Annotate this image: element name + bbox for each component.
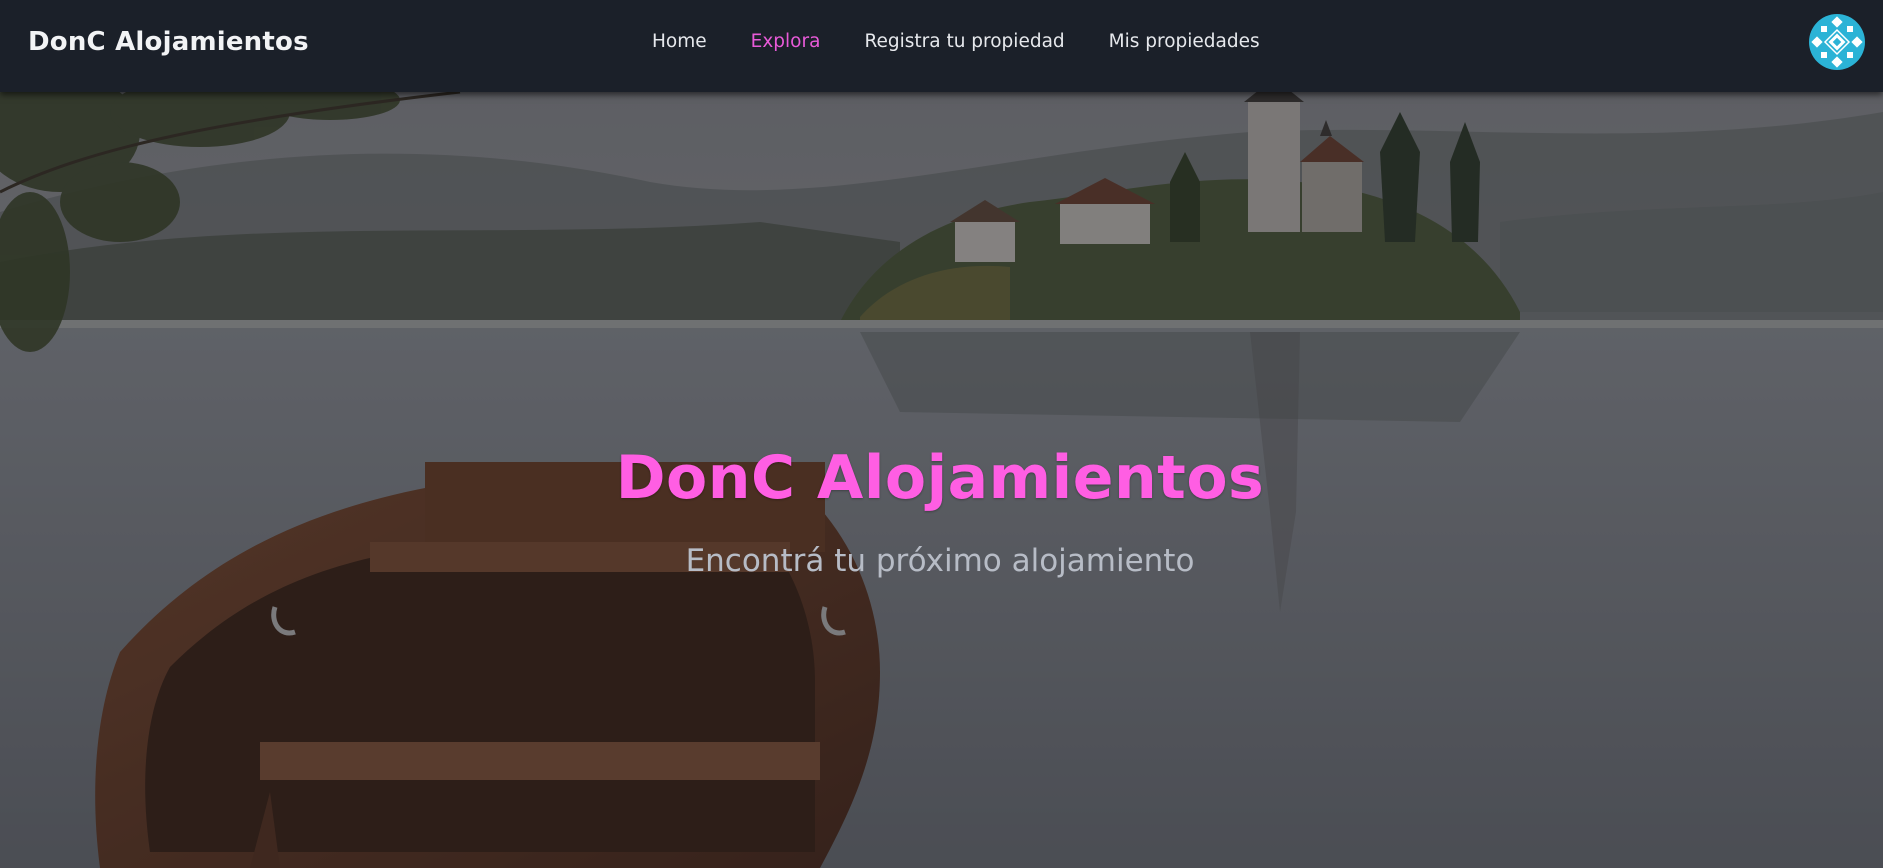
nav-link-explora[interactable]: Explora bbox=[751, 31, 821, 52]
hero-subtitle: Encontrá tu próximo alojamiento bbox=[685, 543, 1195, 579]
top-navbar: DonC Alojamientos Home Explora Registra … bbox=[0, 0, 1883, 92]
avatar-pattern-icon bbox=[1809, 14, 1865, 70]
hero-section: DonC Alojamientos Encontrá tu próximo al… bbox=[0, 92, 1883, 868]
brand-link[interactable]: DonC Alojamientos bbox=[28, 27, 309, 57]
nav-link-mis-propiedades[interactable]: Mis propiedades bbox=[1109, 31, 1260, 52]
nav-link-home[interactable]: Home bbox=[652, 31, 707, 52]
nav-link-registra-propiedad[interactable]: Registra tu propiedad bbox=[864, 31, 1064, 52]
hero-title: DonC Alojamientos bbox=[615, 443, 1265, 513]
user-avatar-icon[interactable] bbox=[1809, 14, 1865, 70]
nav-links: Home Explora Registra tu propiedad Mis p… bbox=[652, 31, 1304, 52]
